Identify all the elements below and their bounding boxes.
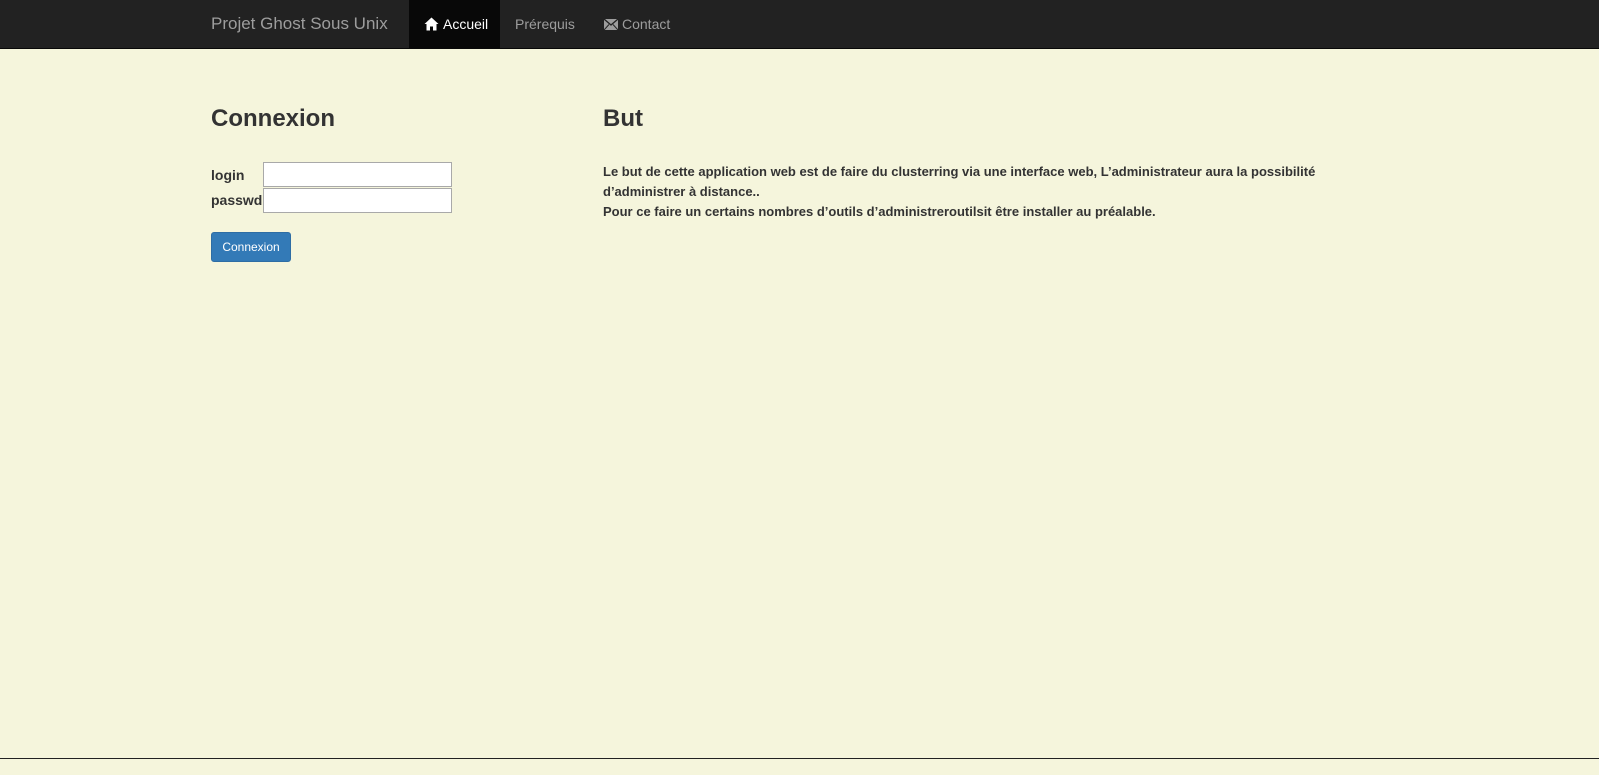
- nav-item-accueil-label: Accueil: [443, 16, 489, 32]
- envelope-icon: [604, 18, 618, 30]
- login-title: Connexion: [211, 105, 335, 132]
- nav-item-contact[interactable]: Contact: [589, 0, 685, 48]
- but-paragraph-2: Pour ce faire un certains nombres d’outi…: [603, 204, 1156, 219]
- nav-item-contact-label: Contact: [622, 16, 671, 32]
- connexion-button[interactable]: Connexion: [211, 232, 291, 262]
- passwd-input[interactable]: [263, 188, 452, 213]
- home-icon: [424, 17, 439, 31]
- but-paragraph-1: Le but de cette application web est de f…: [603, 164, 1316, 199]
- passwd-label: passwd: [211, 192, 263, 208]
- navbar-brand[interactable]: Projet Ghost Sous Unix: [211, 13, 388, 35]
- bottom-divider: [0, 758, 1599, 759]
- nav-item-accueil[interactable]: Accueil: [409, 0, 500, 48]
- but-description: Le but de cette application web est de f…: [603, 162, 1323, 222]
- nav-item-prerequis-label: Prérequis: [515, 16, 575, 32]
- login-label: login: [211, 167, 245, 183]
- nav-item-prerequis[interactable]: Prérequis: [500, 0, 589, 48]
- top-navbar: Projet Ghost Sous Unix Accueil Prérequis…: [0, 0, 1599, 49]
- but-title: But: [603, 105, 643, 132]
- login-input[interactable]: [263, 162, 452, 187]
